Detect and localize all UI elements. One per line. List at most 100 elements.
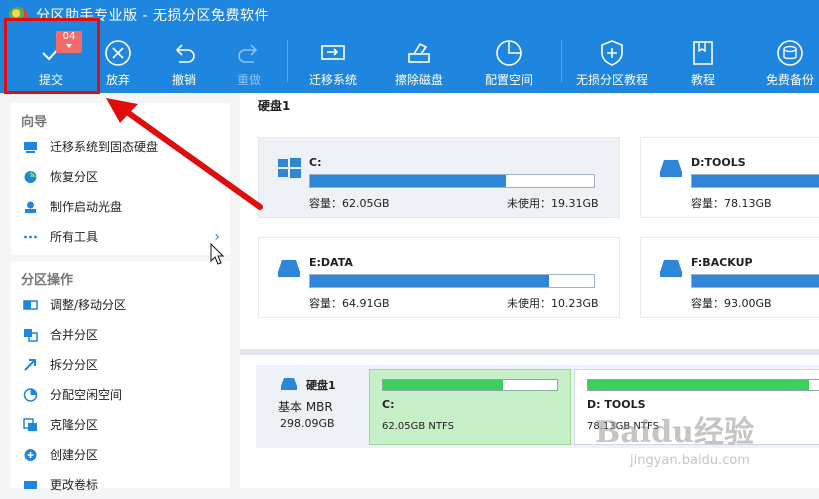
drive-icon [278, 260, 300, 277]
configure-space-label: 配置空间 [484, 73, 533, 87]
disk-info[interactable]: 硬盘1 基本 MBR 298.09GB [256, 365, 366, 448]
partition-usage-fill [383, 380, 504, 390]
usage-bar [691, 274, 819, 288]
op-resize-move[interactable]: 调整/移动分区 [11, 291, 230, 319]
partition-ops-panel: 分区操作 调整/移动分区 合并分区 拆分分区 分配空闲空间 克隆分区 创建分区 … [11, 261, 230, 492]
redo-icon [238, 44, 258, 63]
disk-size: 298.09GB [280, 417, 335, 430]
more-dots-icon [24, 235, 37, 239]
windows-icon [278, 158, 301, 178]
usage-fill [692, 275, 819, 287]
x-circle-icon [105, 40, 131, 66]
partition-ops-title: 分区操作 [21, 273, 74, 288]
watermark-url: jingyan.baidu.com [630, 453, 750, 468]
partition-name: D:TOOLS [691, 156, 746, 169]
guide-title: 向导 [21, 115, 48, 130]
toolbar-separator [287, 40, 288, 82]
op-label: 克隆分区 [50, 418, 99, 432]
pie-icon [496, 40, 522, 66]
op-allocate-free[interactable]: 分配空闲空间 [11, 381, 230, 409]
mouse-cursor-icon [210, 243, 225, 265]
create-icon [24, 449, 37, 461]
partition-usage-bar [382, 379, 558, 391]
op-label: 调整/移动分区 [50, 298, 127, 312]
book-icon [693, 41, 713, 65]
backup-icon [777, 40, 803, 66]
capacity-text: 容量：78.13GB [691, 197, 772, 210]
redo-label: 重做 [236, 73, 261, 87]
partition-name: C: [382, 398, 395, 411]
toolbar-separator [561, 40, 562, 82]
undo-icon [175, 44, 195, 63]
capacity-text: 容量：64.91GB [309, 297, 390, 310]
annotation-arrow [106, 98, 263, 210]
toolbar: 分区助手专业版 - 无损分区免费软件 04 提交 放弃 撤销 重做 迁移系统 擦… [0, 0, 819, 93]
guide-item-all-tools[interactable]: 所有工具 › [11, 223, 230, 251]
usage-bar [309, 274, 595, 288]
split-icon [24, 359, 36, 371]
migrate-os-label: 迁移系统 [308, 73, 357, 87]
op-create[interactable]: 创建分区 [11, 441, 230, 469]
disk-type: 基本 MBR [278, 400, 333, 414]
free-backup-label: 免费备份 [765, 73, 814, 87]
partition-name: E:DATA [309, 256, 353, 269]
op-clone[interactable]: 克隆分区 [11, 411, 230, 439]
op-label: 拆分分区 [50, 358, 99, 372]
usage-fill [692, 175, 819, 187]
hdd-icon [281, 378, 297, 390]
drive-icon [660, 260, 682, 277]
drive-icon [660, 160, 682, 177]
allocate-icon [23, 388, 38, 402]
usage-bar [691, 174, 819, 188]
migrate-os-button[interactable]: 迁移系统 [294, 38, 372, 90]
redo-button[interactable]: 重做 [210, 38, 288, 90]
migrate-ssd-icon [24, 142, 37, 153]
op-label: 更改卷标 [50, 478, 99, 492]
configure-space-button[interactable]: 配置空间 [470, 38, 548, 90]
resize-icon [23, 300, 38, 310]
wipe-disk-label: 擦除磁盘 [394, 73, 443, 87]
panel-splitter[interactable] [240, 349, 819, 355]
partition-card-d[interactable]: D:TOOLS 容量：78.13GB [640, 137, 819, 218]
baidu-watermark: Baidu经验 jingyan.baidu.com [585, 405, 815, 488]
free-backup-button[interactable]: 免费备份 [751, 38, 819, 90]
merge-icon [24, 329, 38, 342]
usage-fill [310, 175, 506, 187]
partition-usage-bar [587, 379, 819, 391]
partition-block-c[interactable]: C: 62.05GB NTFS [369, 369, 571, 445]
tutorial-button[interactable]: 教程 [664, 38, 742, 90]
capacity-text: 容量：93.00GB [691, 297, 772, 310]
migrate-icon [321, 45, 345, 60]
op-change-label[interactable]: 更改卷标 [11, 471, 230, 499]
tutorial-label: 教程 [690, 73, 715, 87]
op-label: 分配空闲空间 [50, 388, 123, 402]
capacity-text: 容量：62.05GB [309, 197, 390, 210]
wipe-disk-button[interactable]: 擦除磁盘 [380, 38, 458, 90]
op-label: 合并分区 [50, 328, 99, 342]
usage-fill [310, 275, 549, 287]
watermark-brand: Baidu经验 [595, 415, 754, 450]
guide-item-label: 所有工具 [50, 230, 99, 244]
partition-name: F:BACKUP [691, 256, 753, 269]
partition-card-c[interactable]: C: 容量：62.05GB 未使用：19.31GB [258, 137, 620, 218]
eraser-icon [408, 42, 430, 63]
usage-bar [309, 174, 595, 188]
partition-card-e[interactable]: E:DATA 容量：64.91GB 未使用：10.23GB [258, 237, 620, 318]
free-text: 未使用：19.31GB [507, 197, 599, 210]
partition-info: 62.05GB NTFS [382, 421, 454, 432]
free-text: 未使用：10.23GB [507, 297, 599, 310]
recover-icon [24, 171, 37, 183]
label-icon [24, 481, 37, 489]
partition-name: C: [309, 156, 322, 169]
boot-disc-icon [25, 201, 36, 213]
op-label: 创建分区 [50, 448, 99, 462]
partition-tutorial-button[interactable]: 无损分区教程 [573, 38, 651, 90]
clone-icon [23, 418, 37, 431]
partition-card-f[interactable]: F:BACKUP 容量：93.00GB [640, 237, 819, 318]
highlight-box [4, 18, 100, 94]
disk-name: 硬盘1 [306, 379, 336, 392]
op-split[interactable]: 拆分分区 [11, 351, 230, 379]
partition-usage-fill [588, 380, 810, 390]
op-merge[interactable]: 合并分区 [11, 321, 230, 349]
guide-item-label: 恢复分区 [50, 170, 99, 184]
